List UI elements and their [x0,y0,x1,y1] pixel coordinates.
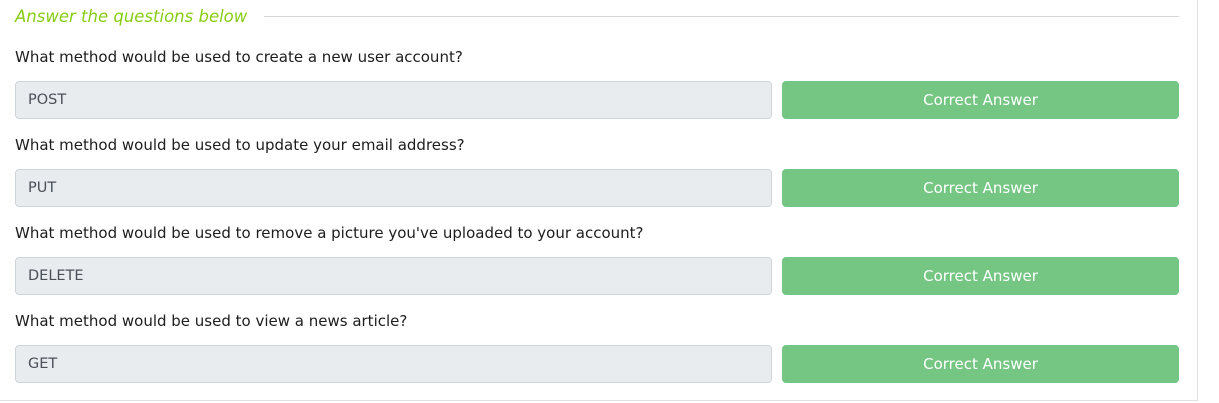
correct-answer-button[interactable]: Correct Answer [782,169,1179,207]
correct-answer-button[interactable]: Correct Answer [782,257,1179,295]
answer-field[interactable] [15,81,772,119]
questions-panel: Answer the questions below What method w… [0,0,1198,401]
question-text: What method would be used to view a news… [15,312,408,330]
section-header: Answer the questions below [15,4,1179,28]
question-text: What method would be used to create a ne… [15,48,463,66]
question-text: What method would be used to update your… [15,136,465,154]
correct-answer-button[interactable]: Correct Answer [782,81,1179,119]
header-divider [264,15,1179,17]
question-text: What method would be used to remove a pi… [15,224,644,242]
answer-field[interactable] [15,169,772,207]
correct-answer-button[interactable]: Correct Answer [782,345,1179,383]
answer-field[interactable] [15,345,772,383]
answer-field[interactable] [15,257,772,295]
section-title: Answer the questions below [15,6,248,26]
